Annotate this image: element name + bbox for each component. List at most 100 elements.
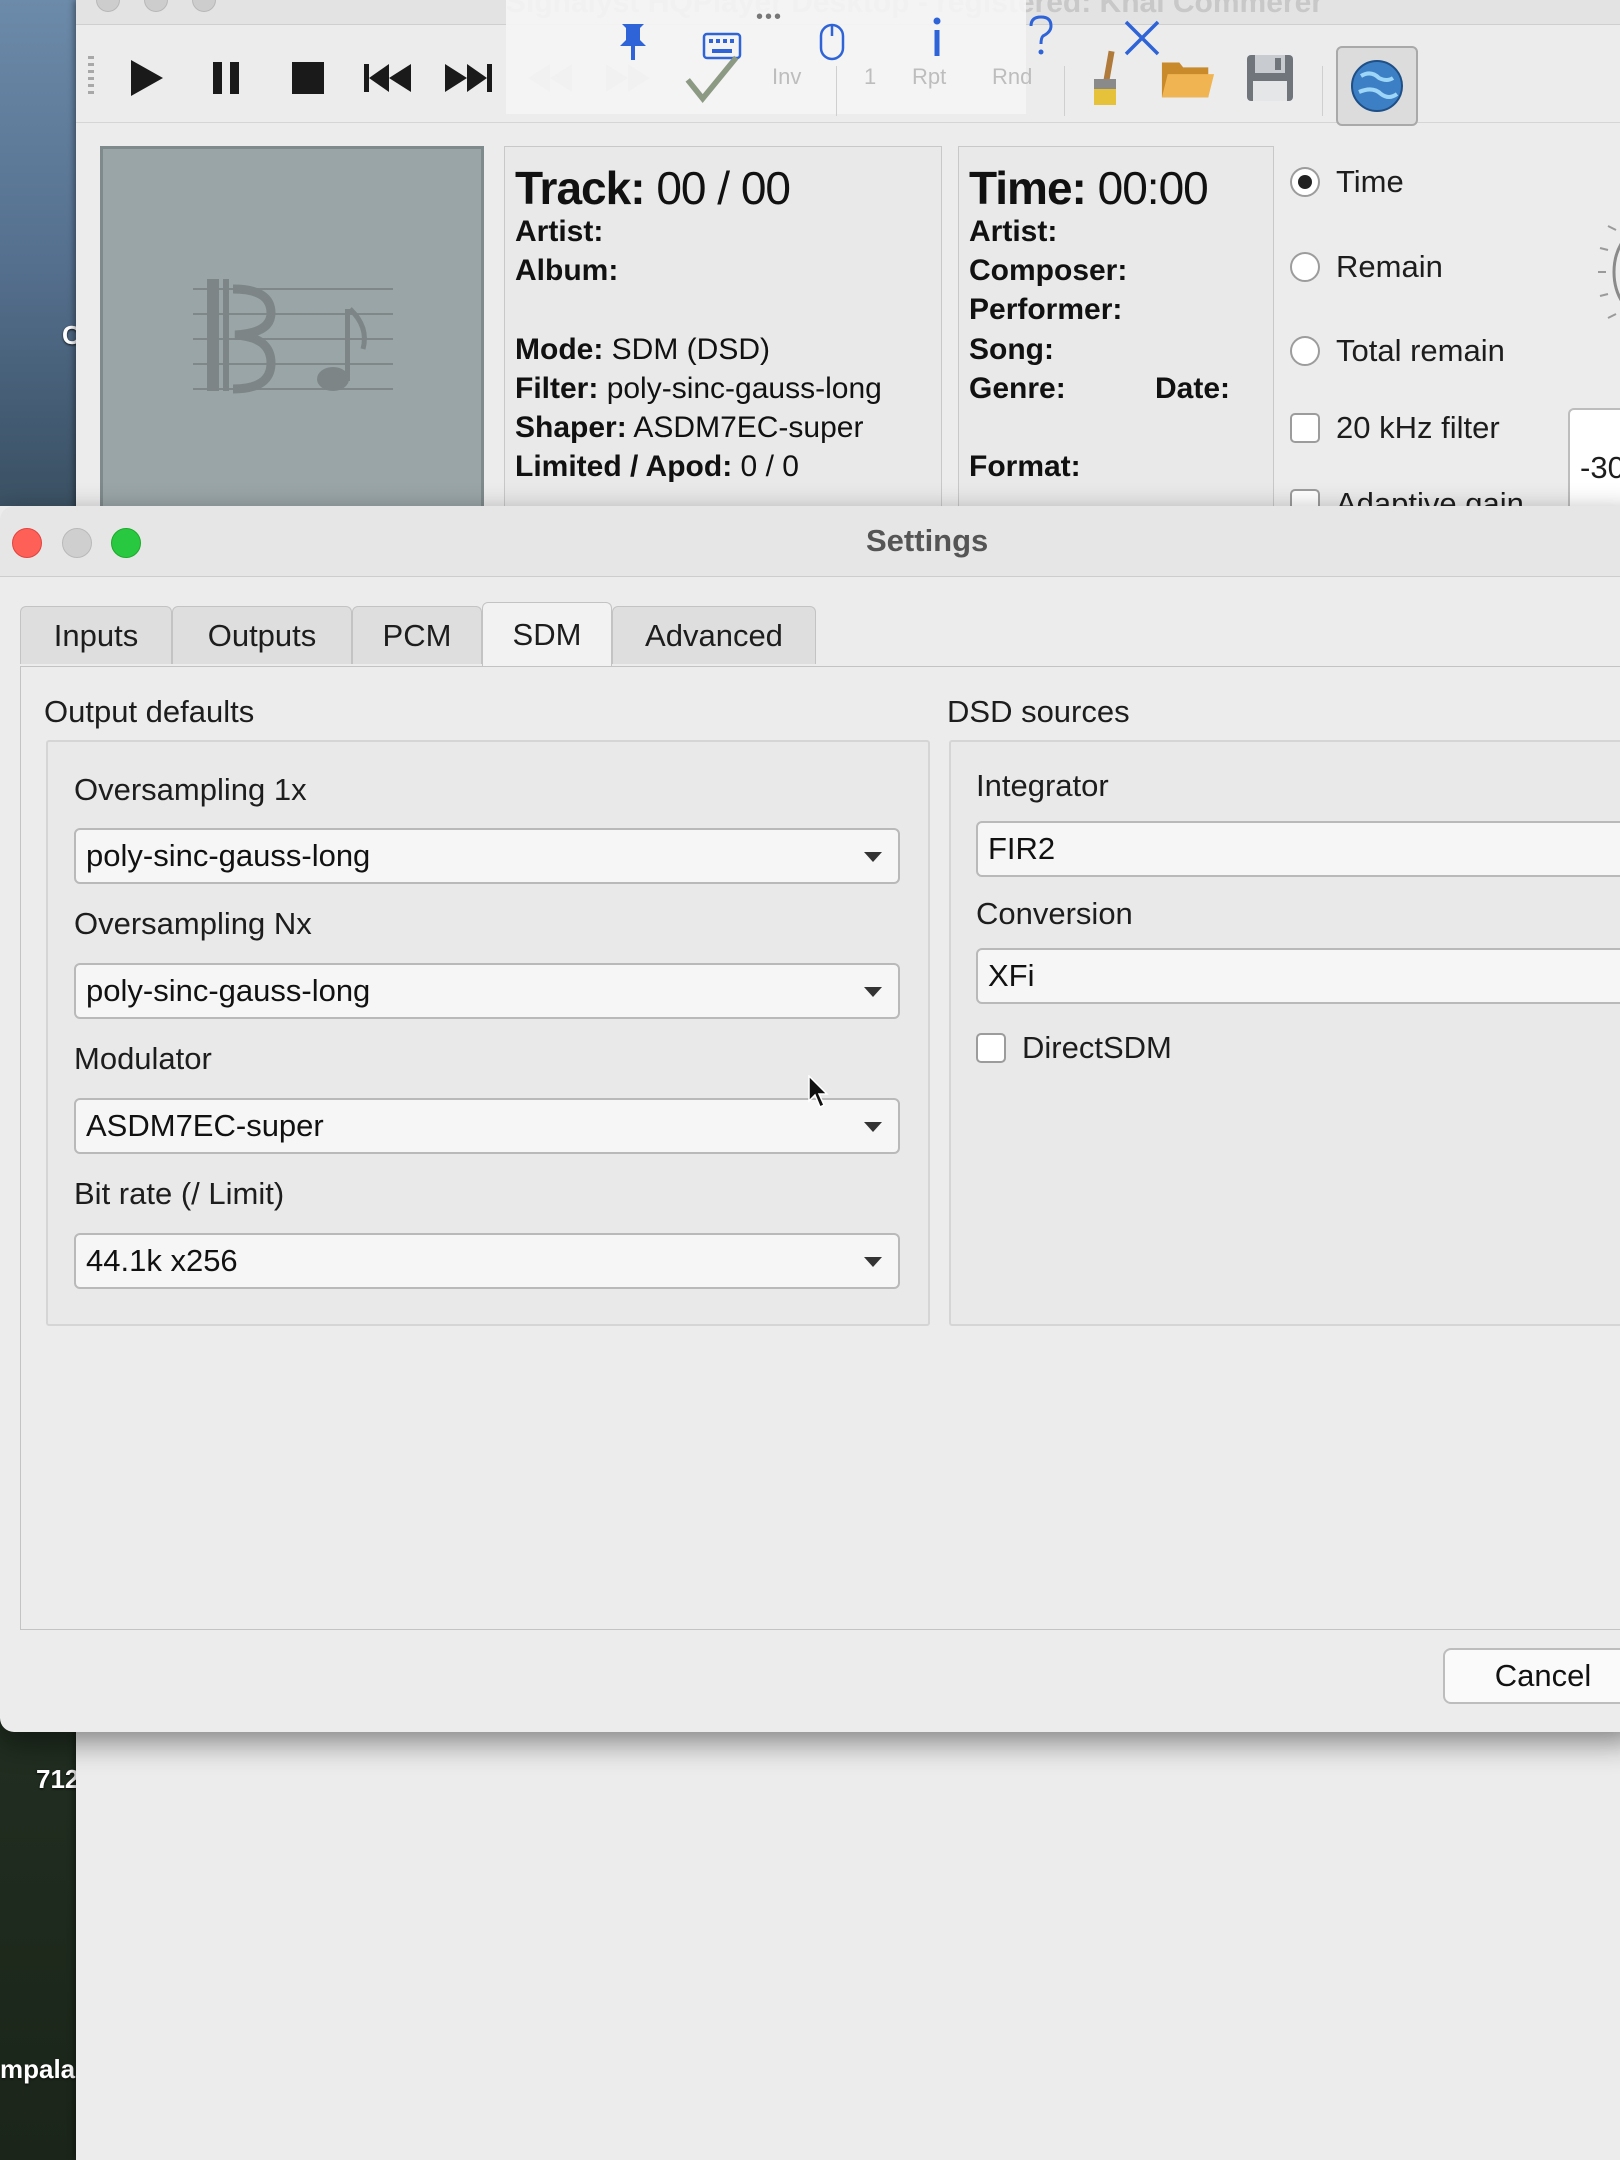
filter-20khz-check[interactable] bbox=[1290, 413, 1320, 443]
modulator-label: Modulator bbox=[74, 1041, 212, 1076]
stop-icon[interactable] bbox=[280, 50, 336, 106]
track-label: Track: bbox=[515, 162, 646, 214]
oversampling-1x-select[interactable]: poly-sinc-gauss-long bbox=[74, 828, 900, 884]
cancel-button[interactable]: Cancel bbox=[1443, 1648, 1620, 1704]
chevron-down-icon bbox=[864, 987, 882, 997]
modulator-value: ASDM7EC-super bbox=[86, 1108, 324, 1143]
bitrate-label: Bit rate (/ Limit) bbox=[74, 1176, 285, 1211]
performer-label: Performer: bbox=[969, 293, 1123, 326]
player-zoom-button[interactable] bbox=[192, 0, 216, 12]
track-info-pane: Track: 00 / 00 Artist: Album: Mode: SDM … bbox=[504, 146, 942, 516]
rnd-label[interactable]: Rnd bbox=[992, 64, 1032, 90]
network-icon[interactable] bbox=[1336, 46, 1418, 126]
save-icon[interactable] bbox=[1242, 50, 1298, 106]
time-radio[interactable]: Time bbox=[1290, 164, 1404, 200]
mode-value: SDM (DSD) bbox=[611, 333, 770, 366]
overlay-toolbar: ••• bbox=[506, 0, 1160, 114]
inv-label[interactable]: Inv bbox=[772, 64, 801, 90]
settings-close-button[interactable] bbox=[12, 528, 42, 558]
date-label: Date: bbox=[1155, 372, 1231, 405]
rpt-label[interactable]: Rpt bbox=[912, 64, 946, 90]
integrator-select[interactable]: FIR2 bbox=[976, 821, 1620, 877]
remain-radio-button[interactable] bbox=[1290, 252, 1320, 282]
output-defaults-title: Output defaults bbox=[44, 694, 255, 729]
oversampling-nx-select[interactable]: poly-sinc-gauss-long bbox=[74, 963, 900, 1019]
tab-outputs[interactable]: Outputs bbox=[172, 606, 352, 664]
time-radio-label: Time bbox=[1336, 164, 1404, 199]
oversampling-nx-label: Oversampling Nx bbox=[74, 906, 312, 941]
pause-icon[interactable] bbox=[198, 50, 254, 106]
track-value: 00 / 00 bbox=[656, 162, 791, 214]
remain-radio[interactable]: Remain bbox=[1290, 249, 1443, 285]
total-remain-radio-button[interactable] bbox=[1290, 336, 1320, 366]
filter-20khz-label: 20 kHz filter bbox=[1336, 410, 1500, 445]
chevron-down-icon bbox=[864, 852, 882, 862]
shaper-value: ASDM7EC-super bbox=[633, 411, 864, 444]
player-close-button[interactable] bbox=[96, 0, 120, 12]
overlay-menu-dots[interactable]: ••• bbox=[756, 6, 783, 29]
directsdm-label: DirectSDM bbox=[1022, 1030, 1172, 1065]
conversion-select[interactable]: XFi bbox=[976, 948, 1620, 1004]
settings-titlebar: Settings bbox=[0, 506, 1620, 577]
total-remain-radio[interactable]: Total remain bbox=[1290, 333, 1505, 369]
next-track-icon[interactable] bbox=[440, 50, 496, 106]
total-remain-radio-label: Total remain bbox=[1336, 333, 1505, 368]
format-label: Format: bbox=[969, 450, 1081, 483]
conversion-label: Conversion bbox=[976, 896, 1133, 931]
oversampling-1x-label: Oversampling 1x bbox=[74, 772, 307, 807]
player-minimize-button[interactable] bbox=[144, 0, 168, 12]
time-info-pane: Time: 00:00 Artist: Composer: Performer:… bbox=[958, 146, 1274, 516]
previous-track-icon[interactable] bbox=[360, 50, 416, 106]
bitrate-value: 44.1k x256 bbox=[86, 1243, 238, 1278]
mode-label: Mode: bbox=[515, 333, 604, 366]
directsdm-checkbox[interactable]: DirectSDM bbox=[976, 1030, 1172, 1066]
time-artist-label: Artist: bbox=[969, 215, 1058, 248]
oversampling-1x-value: poly-sinc-gauss-long bbox=[86, 838, 371, 873]
mouse-icon[interactable] bbox=[818, 22, 846, 72]
toolbar-separator bbox=[1064, 66, 1065, 116]
toolbar-separator bbox=[836, 66, 837, 116]
one-label[interactable]: 1 bbox=[864, 64, 876, 90]
shaper-label: Shaper: bbox=[515, 411, 627, 444]
integrator-value: FIR2 bbox=[988, 831, 1056, 866]
desktop-label-mpala: mpala bbox=[0, 2054, 76, 2084]
pin-icon[interactable] bbox=[616, 20, 650, 72]
time-radio-button[interactable] bbox=[1290, 167, 1320, 197]
remain-radio-label: Remain bbox=[1336, 249, 1443, 284]
chevron-down-icon bbox=[864, 1122, 882, 1132]
time-label: Time: bbox=[969, 162, 1087, 214]
open-folder-icon[interactable] bbox=[1160, 50, 1216, 106]
integrator-label: Integrator bbox=[976, 768, 1109, 803]
checkmark-icon[interactable] bbox=[684, 50, 740, 106]
settings-zoom-button[interactable] bbox=[111, 528, 141, 558]
volume-knob-icon[interactable] bbox=[1570, 180, 1620, 380]
time-value: 00:00 bbox=[1097, 162, 1209, 214]
player-toolbar: ••• Inv 1 Rpt Rnd bbox=[76, 0, 1620, 126]
desktop-label-712: 712 bbox=[36, 1764, 80, 1794]
tab-advanced[interactable]: Advanced bbox=[612, 606, 816, 664]
album-art bbox=[100, 146, 484, 516]
settings-title: Settings bbox=[866, 523, 989, 558]
tab-pcm[interactable]: PCM bbox=[352, 606, 482, 664]
tab-sdm[interactable]: SDM bbox=[482, 602, 612, 666]
limited-apod-label: Limited / Apod: bbox=[515, 450, 733, 483]
brush-icon[interactable] bbox=[1076, 50, 1132, 106]
music-note-icon bbox=[193, 279, 393, 394]
help-icon[interactable] bbox=[1026, 14, 1056, 68]
info-icon[interactable] bbox=[930, 16, 944, 70]
conversion-value: XFi bbox=[988, 958, 1035, 993]
filter-20khz-checkbox[interactable]: 20 kHz filter bbox=[1290, 410, 1500, 446]
bitrate-select[interactable]: 44.1k x256 bbox=[74, 1233, 900, 1289]
toolbar-separator bbox=[1322, 66, 1323, 116]
album-label: Album: bbox=[515, 254, 619, 287]
tab-inputs[interactable]: Inputs bbox=[20, 606, 172, 664]
toolbar-grip[interactable] bbox=[88, 56, 94, 96]
play-icon[interactable] bbox=[118, 50, 174, 106]
song-label: Song: bbox=[969, 333, 1054, 366]
chevron-down-icon bbox=[864, 1257, 882, 1267]
directsdm-check[interactable] bbox=[976, 1033, 1006, 1063]
volume-field[interactable]: -30 bbox=[1568, 408, 1620, 518]
settings-minimize-button[interactable] bbox=[62, 528, 92, 558]
modulator-select[interactable]: ASDM7EC-super bbox=[74, 1098, 900, 1154]
oversampling-nx-value: poly-sinc-gauss-long bbox=[86, 973, 371, 1008]
